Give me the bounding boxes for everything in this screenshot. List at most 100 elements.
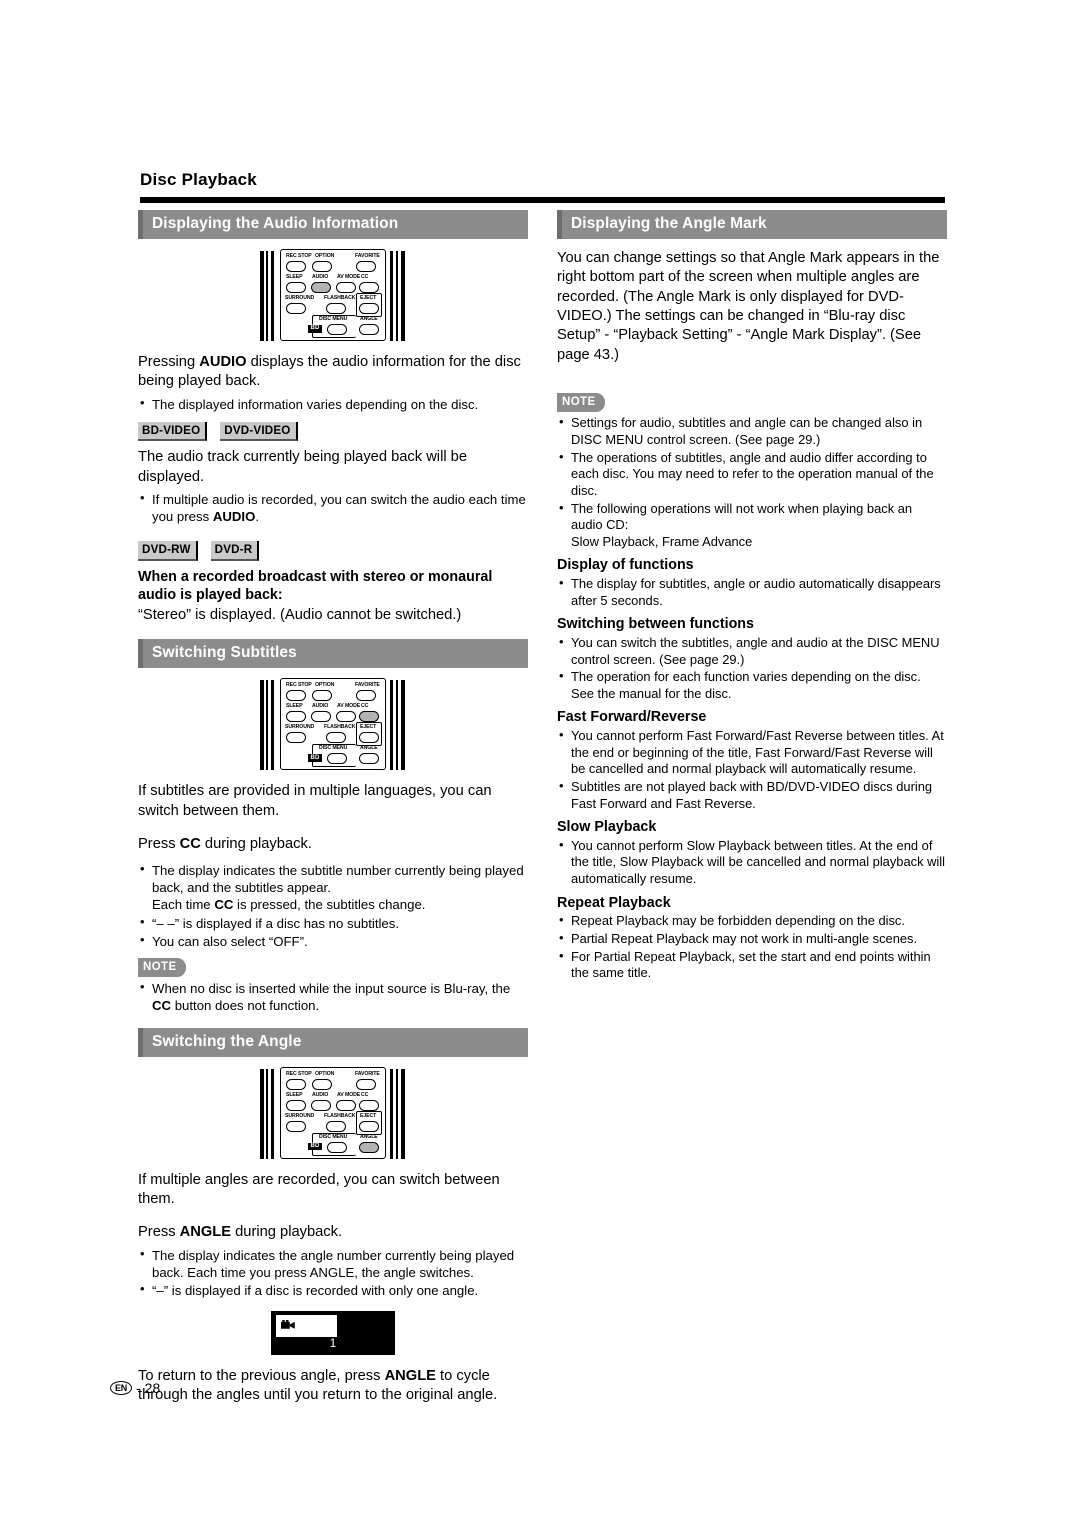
remote-label-disc-menu: DISC MENU [319, 1133, 348, 1140]
remote-button-surround [286, 732, 306, 744]
remote-label-option: OPTION [315, 682, 335, 689]
note-bullet-text: The following operations will not work w… [571, 500, 913, 533]
remote-rail [271, 250, 274, 341]
remote-label-favorite: FAVORITE [355, 1070, 380, 1077]
audio-intro-paragraph: Pressing AUDIO displays the audio inform… [138, 353, 528, 392]
list-item: Settings for audio, subtitles and angle … [557, 414, 947, 448]
remote-label-rec-stop: REC STOP [286, 1070, 312, 1077]
remote-label-surround: SURROUND [285, 1112, 315, 1119]
remote-illustration-audio: REC STOP OPTION FAVORITE SLEEP AUDIO AV … [258, 248, 408, 345]
list-item: You can switch the subtitles, angle and … [557, 634, 947, 668]
remote-button-surround [286, 1120, 306, 1132]
audio-bullet-b: . [255, 509, 260, 525]
remote-button-disc-menu [327, 323, 347, 335]
remote-label-favorite: FAVORITE [355, 252, 380, 259]
page-footer: EN - 28 [110, 1380, 160, 1396]
list-item: The displayed information varies dependi… [138, 395, 528, 413]
section-header-switching-the-angle: Switching the Angle [138, 1027, 528, 1057]
remote-label-flashback: FLASHBACK [324, 724, 356, 731]
page-title: Disc Playback [140, 170, 257, 189]
remote-rail [271, 1068, 274, 1159]
stereo-subheading: When a recorded broadcast with stereo or… [138, 568, 493, 604]
angle-mark-note-bullets: Settings for audio, subtitles and angle … [557, 414, 947, 551]
remote-rail [271, 680, 274, 771]
remote-button-option [312, 1078, 332, 1090]
remote-button-favorite [356, 690, 376, 702]
angle-intro-paragraph: If multiple angles are recorded, you can… [138, 1171, 500, 1207]
audio-bullet-bold: AUDIO [212, 509, 256, 525]
angle-press-paragraph: Press ANGLE during playback. [138, 1223, 528, 1242]
remote-button-eject [359, 1120, 379, 1132]
group-title-display-of-functions: Display of functions [557, 557, 694, 574]
remote-rail [401, 1068, 405, 1159]
remote-rail [390, 250, 393, 341]
remote-label-eject: EJECT [360, 724, 377, 731]
list-item: The following operations will not work w… [557, 500, 947, 551]
remote-button-sleep [286, 711, 306, 723]
remote-rail [396, 250, 398, 341]
list-item: Subtitles are not played back with BD/DV… [557, 778, 947, 812]
remote-button-flashback [326, 732, 346, 744]
list-item: The display indicates the subtitle numbe… [138, 861, 528, 913]
group-bullets-fast-forward-reverse: You cannot perform Fast Forward/Fast Rev… [557, 727, 947, 812]
remote-label-cc: CC [361, 703, 369, 710]
angle-closing-a: To return to the previous angle, press [138, 1367, 385, 1384]
remote-button-eject [359, 302, 379, 314]
group-bullets-slow-playback: You cannot perform Slow Playback between… [557, 837, 947, 888]
remote-label-eject: EJECT [360, 294, 377, 301]
remote-button-sleep [286, 1099, 306, 1111]
subtitles-press-b: during playback. [200, 836, 312, 852]
disc-badge-dvd-r: DVD-R [210, 541, 260, 561]
angle-mark-intro-paragraph: You can change settings so that Angle Ma… [557, 249, 940, 363]
list-item: If multiple audio is recorded, you can s… [138, 490, 528, 525]
remote-button-av-mode [336, 281, 356, 293]
list-item: Repeat Playback may be forbidden dependi… [557, 912, 947, 930]
remote-label-surround: SURROUND [285, 724, 315, 731]
remote-bd-chip: BD [308, 1142, 323, 1151]
remote-rail [401, 680, 405, 771]
remote-label-disc-menu: DISC MENU [319, 315, 348, 322]
subtitles-note-bullets: When no disc is inserted while the input… [138, 979, 528, 1014]
stereo-paragraph: “Stereo” is displayed. (Audio cannot be … [138, 606, 462, 623]
remote-label-eject: EJECT [360, 1112, 377, 1119]
subtitles-bullet-a: The display indicates the subtitle numbe… [152, 863, 524, 896]
audio-track-bullets: If multiple audio is recorded, you can s… [138, 490, 528, 525]
audio-bullet-a: If multiple audio is recorded, you can s… [152, 492, 526, 525]
remote-button-sleep [286, 281, 306, 293]
angle-press-b: during playback. [231, 1224, 343, 1241]
subtitles-bullet-bold: CC [214, 897, 234, 913]
subtitles-bullet-c: is pressed, the subtitles change. [233, 897, 426, 913]
remote-label-rec-stop: REC STOP [286, 682, 312, 689]
remote-label-sleep: SLEEP [286, 273, 303, 280]
remote-button-surround [286, 302, 306, 314]
remote-button-option [312, 690, 332, 702]
remote-rail [396, 1068, 398, 1159]
remote-button-audio [311, 281, 331, 293]
footer-separator: - [136, 1380, 141, 1396]
remote-rail [390, 1068, 393, 1159]
title-divider [140, 197, 945, 203]
subtitles-press-a: Press [138, 836, 180, 852]
angle-mark-number: 1 [329, 1335, 337, 1350]
remote-label-angle: ANGLE [360, 1133, 378, 1140]
group-title-slow-playback: Slow Playback [557, 819, 657, 836]
remote-label-sleep: SLEEP [286, 703, 303, 710]
list-item: For Partial Repeat Playback, set the sta… [557, 948, 947, 982]
subtitles-press-bold: CC [179, 836, 201, 852]
list-item: The display indicates the angle number c… [138, 1246, 528, 1281]
remote-button-av-mode [336, 1099, 356, 1111]
remote-button-rec-stop [286, 1078, 306, 1090]
remote-label-av-mode: AV MODE [337, 1091, 361, 1098]
list-item: The operation for each function varies d… [557, 668, 947, 702]
remote-rail [266, 1068, 268, 1159]
remote-rail [401, 250, 405, 341]
section-header-audio-information: Displaying the Audio Information [138, 210, 528, 239]
group-bullets-display-of-functions: The display for subtitles, angle or audi… [557, 575, 947, 609]
remote-button-rec-stop [286, 260, 306, 272]
remote-rail [396, 680, 398, 771]
manual-page: Disc Playback Displaying the Audio Infor… [0, 0, 1080, 1527]
subtitles-intro-paragraph: If subtitles are provided in multiple la… [138, 783, 492, 819]
remote-button-audio [311, 1099, 331, 1111]
group-title-fast-forward-reverse: Fast Forward/Reverse [557, 709, 707, 726]
remote-button-angle [359, 323, 379, 335]
